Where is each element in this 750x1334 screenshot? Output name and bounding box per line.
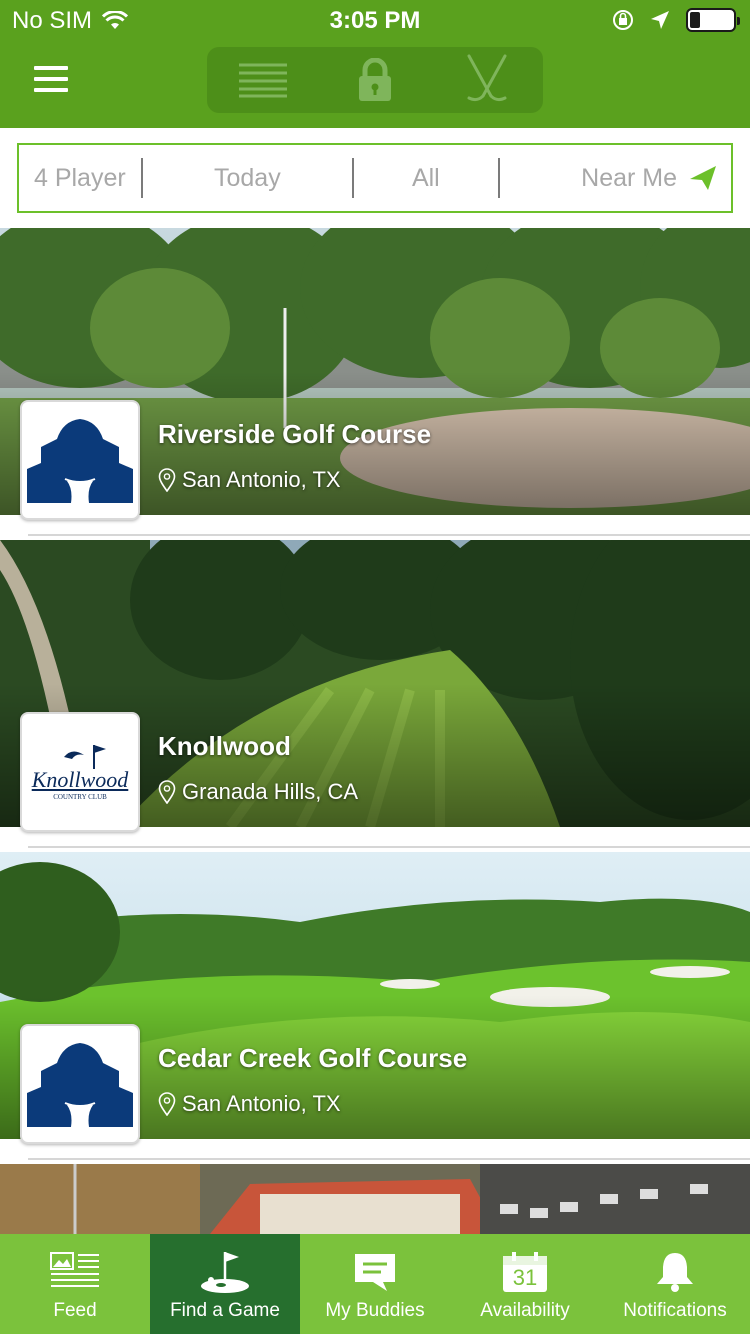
newspaper-icon — [50, 1252, 99, 1287]
knollwood-logo: Knollwood COUNTRY CLUB — [31, 743, 129, 801]
course-card[interactable] — [0, 1164, 750, 1234]
card-separator — [28, 1158, 750, 1160]
orientation-lock-icon — [613, 10, 633, 30]
card-separator — [28, 846, 750, 848]
location-filter[interactable]: Near Me — [500, 145, 731, 211]
location-arrow-icon — [690, 166, 717, 190]
alamo-tee-logo — [27, 419, 133, 503]
course-card[interactable]: Cedar Creek Golf Course San Antonio, TX — [0, 852, 750, 1144]
day-filter[interactable]: Today — [143, 145, 352, 211]
tab-availability-label: Availability — [480, 1300, 570, 1321]
private-view-button[interactable] — [319, 47, 431, 113]
course-name: Knollwood — [158, 731, 291, 761]
golf-view-button[interactable] — [431, 47, 543, 113]
course-card[interactable]: Knollwood COUNTRY CLUB Knollwood Granada… — [0, 540, 750, 832]
flag-eagle-icon — [63, 745, 106, 769]
bell-icon — [657, 1253, 693, 1292]
battery-icon — [686, 8, 740, 32]
golf-clubs-icon — [467, 54, 507, 102]
course-location-label: Granada Hills, CA — [182, 779, 359, 804]
tab-find-a-game[interactable]: Find a Game — [150, 1234, 300, 1334]
type-filter[interactable]: All — [354, 145, 498, 211]
filter-bar: 4 Player Today All Near Me — [17, 143, 733, 213]
calendar-day: 31 — [512, 1265, 538, 1290]
golf-flag-icon — [201, 1252, 249, 1293]
status-bar: No SIM 3:05 PM — [0, 0, 750, 40]
tab-availability[interactable]: 31 Availability — [450, 1234, 600, 1334]
course-logo — [20, 400, 140, 520]
status-right-icons — [612, 8, 740, 32]
lock-icon — [359, 58, 391, 101]
chat-bubble-icon — [355, 1254, 395, 1291]
players-filter-label: 4 Player — [33, 163, 126, 192]
course-location: Granada Hills, CA — [158, 779, 358, 805]
location-filter-label: Near Me — [581, 163, 678, 192]
course-logo: Knollwood COUNTRY CLUB — [20, 712, 140, 832]
card-separator — [28, 534, 750, 536]
bottom-tab-bar: Feed Find a Game My Buddies 31 Availabil… — [0, 1234, 750, 1334]
list-lines-icon — [239, 63, 287, 98]
tab-find-a-game-label: Find a Game — [170, 1300, 280, 1321]
course-name: Riverside Golf Course — [158, 419, 432, 449]
tab-my-buddies[interactable]: My Buddies — [300, 1234, 450, 1334]
type-filter-label: All — [411, 163, 440, 192]
course-location-label: San Antonio, TX — [182, 467, 341, 492]
map-pin-icon — [158, 468, 176, 492]
knollwood-logo-subtext: COUNTRY CLUB — [53, 793, 107, 801]
course-location: San Antonio, TX — [158, 467, 341, 493]
tab-notifications-label: Notifications — [623, 1300, 727, 1321]
course-card[interactable]: Riverside Golf Course San Antonio, TX — [0, 228, 750, 520]
tab-feed[interactable]: Feed — [0, 1234, 150, 1334]
players-filter[interactable]: 4 Player — [19, 145, 141, 211]
tab-notifications[interactable]: Notifications — [600, 1234, 750, 1334]
course-location-label: San Antonio, TX — [182, 1091, 341, 1116]
course-photo — [0, 1164, 750, 1234]
day-filter-label: Today — [214, 163, 281, 192]
knollwood-logo-text: Knollwood — [31, 767, 129, 792]
course-name: Cedar Creek Golf Course — [158, 1043, 468, 1073]
course-logo — [20, 1024, 140, 1144]
location-arrow-icon — [651, 11, 669, 29]
hamburger-menu-icon[interactable] — [34, 66, 68, 92]
app-header: No SIM 3:05 PM — [0, 0, 750, 128]
course-location: San Antonio, TX — [158, 1091, 341, 1117]
view-switcher — [207, 47, 543, 113]
tab-my-buddies-label: My Buddies — [325, 1300, 425, 1321]
map-pin-icon — [158, 1092, 176, 1116]
alamo-tee-logo — [27, 1043, 133, 1127]
map-pin-icon — [158, 780, 176, 804]
list-view-button[interactable] — [207, 47, 319, 113]
tab-feed-label: Feed — [53, 1300, 97, 1321]
